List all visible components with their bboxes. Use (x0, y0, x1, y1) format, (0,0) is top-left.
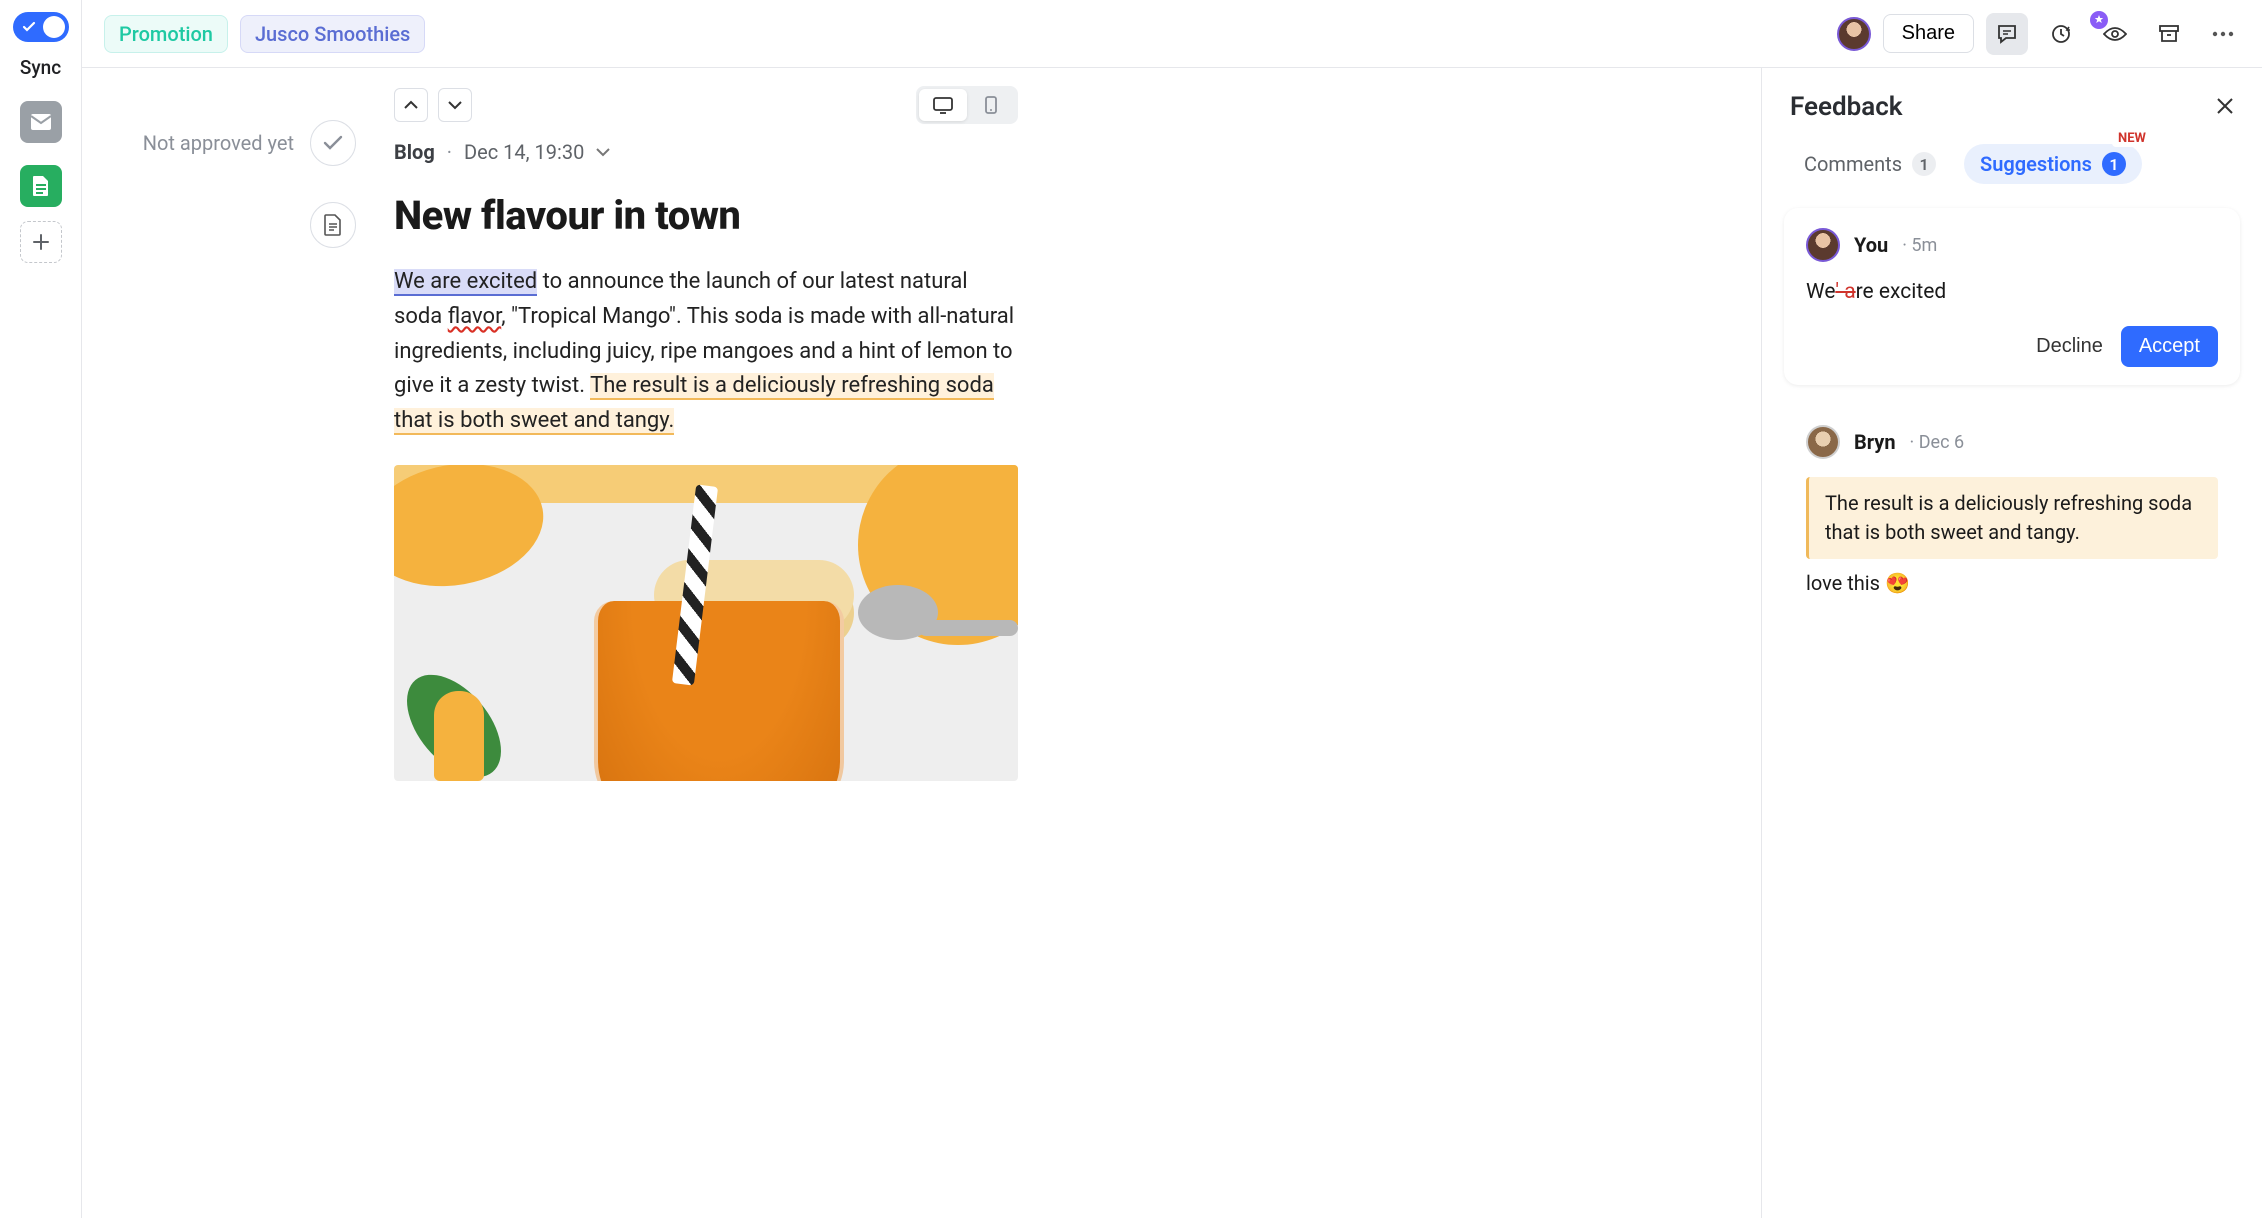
new-badge: NEW (2112, 130, 2152, 147)
sync-label: Sync (20, 56, 61, 79)
post-body[interactable]: We are excited to announce the launch of… (394, 265, 1018, 439)
tab-comments[interactable]: Comments 1 (1788, 144, 1952, 184)
post-hero-image[interactable] (394, 465, 1018, 781)
approval-status-label: Not approved yet (143, 131, 294, 155)
chevron-down-icon (596, 147, 610, 157)
star-badge-icon (2090, 11, 2108, 29)
eye-icon (2103, 26, 2127, 42)
more-menu-button[interactable] (2202, 13, 2244, 55)
toggle-knob (43, 16, 65, 38)
channel-label: Blog (394, 140, 435, 164)
comment-quote: The result is a deliciously refreshing s… (1806, 477, 2218, 559)
comments-count-badge: 1 (1912, 152, 1936, 176)
avatar[interactable] (1837, 17, 1871, 51)
archive-button[interactable] (2148, 13, 2190, 55)
comments-panel-toggle[interactable] (1986, 13, 2028, 55)
avatar (1806, 425, 1840, 459)
sidebar-add-button[interactable] (20, 221, 62, 263)
tab-suggestions[interactable]: Suggestions 1 NEW (1964, 144, 2142, 184)
next-post-button[interactable] (438, 88, 472, 122)
phone-icon (985, 96, 997, 114)
feedback-title: Feedback (1790, 92, 1903, 122)
suggestions-count-badge: 1 (2102, 152, 2126, 176)
preview-button[interactable] (2094, 13, 2136, 55)
comment-icon (1996, 23, 2018, 45)
monitor-icon (932, 96, 954, 114)
spellcheck-mark[interactable]: flavor (448, 304, 501, 329)
check-icon (323, 135, 343, 151)
post-meta[interactable]: Blog · Dec 14, 19:30 (394, 140, 1018, 164)
avatar (1806, 228, 1840, 262)
tab-suggestions-label: Suggestions (1980, 152, 2092, 176)
sidebar-item-email[interactable] (20, 101, 62, 143)
schedule-date: Dec 14, 19:30 (464, 140, 584, 164)
tab-comments-label: Comments (1804, 152, 1902, 176)
close-feedback-button[interactable] (2216, 93, 2234, 121)
archive-icon (2158, 24, 2180, 44)
chevron-down-icon (448, 100, 462, 110)
decline-button[interactable]: Decline (2036, 335, 2103, 358)
device-preview-toggle (916, 86, 1018, 124)
suggestion-author: You (1854, 233, 1888, 257)
envelope-icon (30, 113, 52, 131)
dots-icon (2212, 31, 2234, 37)
feedback-panel: Feedback Comments 1 Suggestions 1 NEW (1762, 68, 2262, 1218)
document-icon (32, 175, 50, 197)
post-title[interactable]: New flavour in town (394, 192, 1018, 239)
sync-toggle[interactable] (13, 12, 69, 42)
suggestion-highlight[interactable]: We are excited (394, 269, 537, 296)
comment-text: love this 😍 (1806, 571, 2218, 595)
left-rail: Sync (0, 0, 82, 1218)
check-icon (21, 19, 37, 35)
clock-refresh-icon (2050, 23, 2072, 45)
mobile-preview-button[interactable] (967, 89, 1015, 121)
suggestion-card: You · 5m We' are excited Decline Accept (1784, 208, 2240, 385)
document-icon (324, 214, 342, 236)
editor-pane: Not approved yet (82, 68, 1762, 1218)
comment-author: Bryn (1854, 430, 1896, 454)
history-button[interactable] (2040, 13, 2082, 55)
top-bar: Promotion Jusco Smoothies Share (82, 0, 2262, 68)
chevron-up-icon (404, 100, 418, 110)
tag-promotion[interactable]: Promotion (104, 15, 228, 53)
prev-post-button[interactable] (394, 88, 428, 122)
comment-card: Bryn · Dec 6 The result is a deliciously… (1784, 407, 2240, 613)
attachment-type-button[interactable] (310, 202, 356, 248)
approve-button[interactable] (310, 120, 356, 166)
desktop-preview-button[interactable] (919, 89, 967, 121)
sidebar-item-doc[interactable] (20, 165, 62, 207)
share-button[interactable]: Share (1883, 14, 1974, 53)
suggestion-text: We' are excited (1806, 280, 2218, 304)
tag-jusco[interactable]: Jusco Smoothies (240, 15, 425, 53)
plus-icon (32, 233, 50, 251)
close-icon (2216, 97, 2234, 115)
accept-button[interactable]: Accept (2121, 326, 2218, 367)
